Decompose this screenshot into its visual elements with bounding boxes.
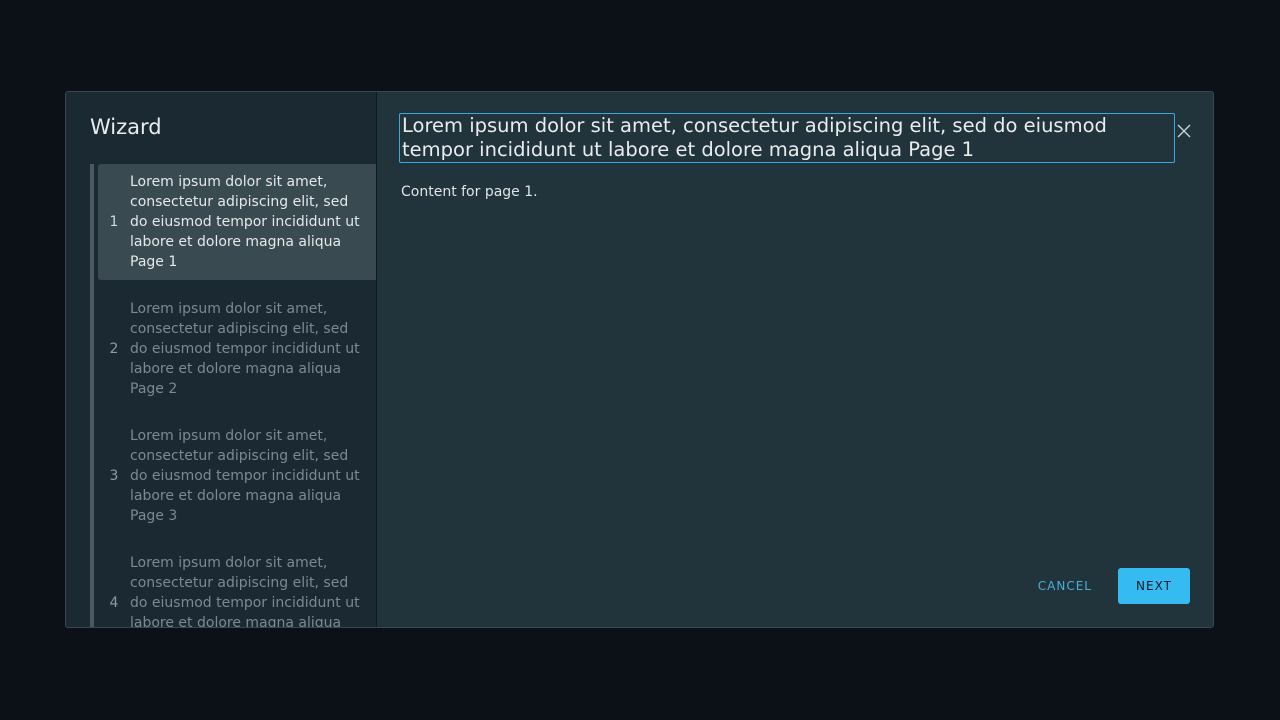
cancel-button[interactable]: CANCEL	[1024, 568, 1106, 604]
step-number: 2	[109, 341, 119, 357]
page-title: Lorem ipsum dolor sit amet, consectetur …	[399, 113, 1175, 163]
wizard-step-1[interactable]: 1 Lorem ipsum dolor sit amet, consectetu…	[98, 164, 376, 280]
wizard-title: Wizard	[90, 115, 162, 139]
wizard-dialog: Wizard 1 Lorem ipsum dolor sit amet, con…	[65, 91, 1214, 628]
wizard-sidebar: Wizard 1 Lorem ipsum dolor sit amet, con…	[66, 92, 377, 627]
wizard-step-nav: 1 Lorem ipsum dolor sit amet, consectetu…	[90, 164, 376, 627]
step-number: 4	[109, 595, 119, 611]
wizard-step-4[interactable]: 4 Lorem ipsum dolor sit amet, consectetu…	[98, 545, 376, 627]
wizard-footer: CANCEL NEXT	[1024, 568, 1190, 604]
wizard-content: Lorem ipsum dolor sit amet, consectetur …	[377, 92, 1213, 627]
page-content-text: Content for page 1.	[401, 184, 538, 200]
step-label: Lorem ipsum dolor sit amet, consectetur …	[130, 555, 360, 627]
step-number: 1	[109, 214, 119, 230]
step-number: 3	[109, 468, 119, 484]
next-button[interactable]: NEXT	[1118, 568, 1190, 604]
wizard-step-3[interactable]: 3 Lorem ipsum dolor sit amet, consectetu…	[98, 418, 376, 534]
step-label: Lorem ipsum dolor sit amet, consectetur …	[130, 174, 360, 270]
close-icon	[1177, 124, 1191, 138]
wizard-step-2[interactable]: 2 Lorem ipsum dolor sit amet, consectetu…	[98, 291, 376, 407]
step-label: Lorem ipsum dolor sit amet, consectetur …	[130, 301, 360, 397]
close-button[interactable]	[1173, 120, 1195, 142]
step-label: Lorem ipsum dolor sit amet, consectetur …	[130, 428, 360, 524]
